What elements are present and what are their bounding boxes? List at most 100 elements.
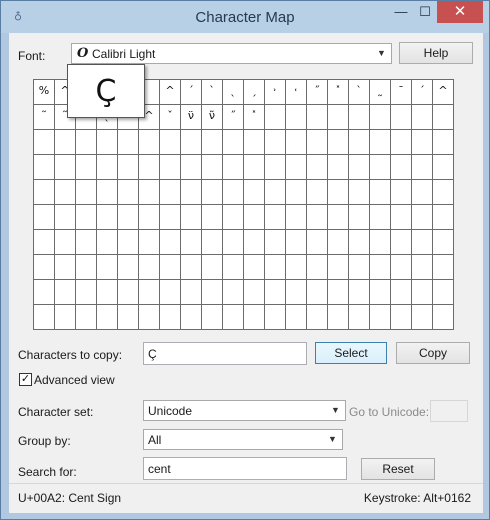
character-cell[interactable] bbox=[349, 230, 370, 255]
character-cell[interactable] bbox=[265, 230, 286, 255]
character-cell[interactable] bbox=[55, 230, 76, 255]
character-cell[interactable] bbox=[265, 105, 286, 130]
character-cell[interactable] bbox=[223, 180, 244, 205]
character-cell[interactable]: ˎ bbox=[223, 80, 244, 105]
character-cell[interactable] bbox=[55, 180, 76, 205]
character-cell[interactable] bbox=[328, 305, 349, 330]
character-cell[interactable] bbox=[328, 280, 349, 305]
character-cell[interactable] bbox=[118, 180, 139, 205]
character-cell[interactable] bbox=[265, 305, 286, 330]
character-cell[interactable] bbox=[34, 130, 55, 155]
character-cell[interactable] bbox=[286, 230, 307, 255]
character-cell[interactable] bbox=[181, 305, 202, 330]
character-cell[interactable] bbox=[97, 255, 118, 280]
character-cell[interactable] bbox=[370, 205, 391, 230]
character-cell[interactable] bbox=[223, 280, 244, 305]
character-cell[interactable] bbox=[202, 205, 223, 230]
character-cell[interactable] bbox=[370, 305, 391, 330]
character-cell[interactable] bbox=[76, 180, 97, 205]
character-cell[interactable] bbox=[202, 130, 223, 155]
character-cell[interactable] bbox=[160, 130, 181, 155]
character-cell[interactable] bbox=[181, 155, 202, 180]
character-cell[interactable] bbox=[202, 155, 223, 180]
character-cell[interactable] bbox=[118, 155, 139, 180]
character-cell[interactable] bbox=[328, 105, 349, 130]
character-cell[interactable] bbox=[244, 255, 265, 280]
character-cell[interactable]: ˝ bbox=[223, 105, 244, 130]
character-cell[interactable] bbox=[223, 205, 244, 230]
character-cell[interactable] bbox=[202, 180, 223, 205]
character-cell[interactable] bbox=[328, 130, 349, 155]
character-cell[interactable] bbox=[286, 155, 307, 180]
character-cell[interactable] bbox=[391, 105, 412, 130]
character-cell[interactable] bbox=[433, 205, 454, 230]
character-cell[interactable] bbox=[433, 305, 454, 330]
character-cell[interactable] bbox=[55, 155, 76, 180]
character-cell[interactable] bbox=[349, 180, 370, 205]
character-cell[interactable] bbox=[349, 280, 370, 305]
character-cell[interactable]: ˇ bbox=[160, 105, 181, 130]
character-cell[interactable]: ˒ bbox=[265, 80, 286, 105]
character-cell[interactable] bbox=[223, 255, 244, 280]
characters-to-copy-input[interactable]: Ç bbox=[143, 342, 307, 365]
character-cell[interactable] bbox=[391, 155, 412, 180]
character-cell[interactable] bbox=[97, 305, 118, 330]
character-cell[interactable] bbox=[34, 255, 55, 280]
character-cell[interactable] bbox=[118, 205, 139, 230]
character-cell[interactable] bbox=[34, 180, 55, 205]
character-cell[interactable] bbox=[265, 255, 286, 280]
character-cell[interactable] bbox=[181, 130, 202, 155]
character-cell[interactable] bbox=[181, 205, 202, 230]
character-cell[interactable] bbox=[97, 155, 118, 180]
character-cell[interactable] bbox=[76, 155, 97, 180]
character-cell[interactable]: ˋ bbox=[349, 80, 370, 105]
character-cell[interactable] bbox=[118, 305, 139, 330]
character-cell[interactable] bbox=[307, 230, 328, 255]
advanced-view-checkbox[interactable]: ✓ bbox=[19, 373, 32, 386]
character-cell[interactable] bbox=[118, 230, 139, 255]
character-cell[interactable]: ^ bbox=[433, 80, 454, 105]
character-cell[interactable] bbox=[139, 255, 160, 280]
character-cell[interactable] bbox=[370, 130, 391, 155]
character-cell[interactable] bbox=[307, 105, 328, 130]
character-cell[interactable] bbox=[412, 130, 433, 155]
character-cell[interactable] bbox=[307, 305, 328, 330]
character-cell[interactable] bbox=[349, 105, 370, 130]
character-cell[interactable] bbox=[391, 180, 412, 205]
character-cell[interactable] bbox=[55, 205, 76, 230]
character-cell[interactable] bbox=[118, 255, 139, 280]
character-cell[interactable]: ˝ bbox=[307, 80, 328, 105]
character-cell[interactable] bbox=[202, 255, 223, 280]
character-cell[interactable] bbox=[97, 180, 118, 205]
character-cell[interactable]: ν̃ bbox=[202, 105, 223, 130]
character-cell[interactable] bbox=[76, 305, 97, 330]
character-cell[interactable] bbox=[286, 305, 307, 330]
character-cell[interactable] bbox=[328, 255, 349, 280]
character-cell[interactable] bbox=[349, 255, 370, 280]
character-cell[interactable] bbox=[349, 205, 370, 230]
character-cell[interactable] bbox=[391, 255, 412, 280]
character-cell[interactable] bbox=[265, 155, 286, 180]
character-cell[interactable] bbox=[97, 130, 118, 155]
character-cell[interactable] bbox=[433, 255, 454, 280]
character-cell[interactable] bbox=[265, 130, 286, 155]
character-cell[interactable] bbox=[34, 230, 55, 255]
maximize-button[interactable]: ☐ bbox=[413, 1, 437, 23]
character-cell[interactable] bbox=[412, 205, 433, 230]
character-cell[interactable] bbox=[160, 305, 181, 330]
character-cell[interactable] bbox=[139, 230, 160, 255]
character-cell[interactable] bbox=[391, 230, 412, 255]
character-cell[interactable] bbox=[34, 305, 55, 330]
character-cell[interactable] bbox=[433, 180, 454, 205]
character-cell[interactable] bbox=[244, 130, 265, 155]
character-cell[interactable] bbox=[244, 180, 265, 205]
character-cell[interactable] bbox=[244, 155, 265, 180]
character-set-dropdown[interactable]: Unicode ▼ bbox=[143, 400, 346, 421]
title-bar[interactable]: ♁ Character Map — ☐ ✕ bbox=[1, 1, 489, 33]
character-cell[interactable] bbox=[412, 180, 433, 205]
character-cell[interactable] bbox=[328, 230, 349, 255]
character-cell[interactable] bbox=[223, 155, 244, 180]
go-to-unicode-input[interactable] bbox=[430, 400, 468, 422]
character-cell[interactable] bbox=[307, 280, 328, 305]
character-cell[interactable] bbox=[97, 205, 118, 230]
